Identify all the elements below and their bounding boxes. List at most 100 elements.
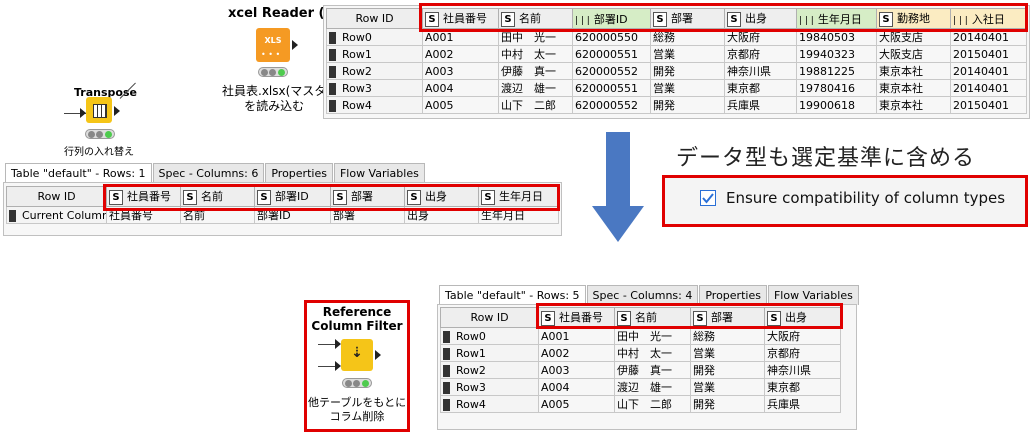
row-id-cell: Row2 (440, 361, 539, 379)
column-header[interactable]: S 出身 (404, 186, 479, 207)
table-cell: 伊藤 真一 (614, 361, 691, 379)
tab-spec[interactable]: Spec - Columns: 6 (152, 163, 265, 183)
column-header[interactable]: | | | 入社日 (950, 8, 1027, 29)
down-arrow-icon (592, 132, 644, 242)
table-cell: 19900618 (796, 96, 877, 114)
row-id-cell: Row4 (440, 395, 539, 413)
table-cell: 出身 (404, 206, 479, 224)
column-header[interactable]: S 勤務地 (876, 8, 951, 29)
table-row[interactable]: Row1 A002 中村 太一 営業 京都府 (440, 344, 841, 362)
table-cell: 20140401 (950, 62, 1027, 80)
rowid-header[interactable]: Row ID (440, 307, 539, 328)
bottom-table-panel: Row ID S 社員番号 S 名前 S 部署 S 出身 Row0 A001 田中 光一 総務… (437, 304, 857, 430)
column-header[interactable]: | | | 部署ID (572, 8, 651, 29)
table-cell: 東京本社 (876, 62, 951, 80)
column-header[interactable]: S 名前 (614, 307, 691, 328)
column-header[interactable]: S 社員番号 (422, 8, 499, 29)
column-header[interactable]: S 社員番号 (106, 186, 181, 207)
table-cell: 伊藤 真一 (498, 62, 573, 80)
rcf-node-title: Reference Column Filter (311, 305, 403, 333)
table-header-row: Row ID S 社員番号 S 名前 S 部署ID S 部署 S 出身 S 生年月日 (6, 186, 559, 207)
output-port-icon[interactable] (292, 40, 298, 50)
tab-properties[interactable]: Properties (699, 285, 767, 305)
bottom-data-table: Row ID S 社員番号 S 名前 S 部署 S 出身 Row0 A001 田中 光一 総務… (440, 307, 841, 413)
rcf-node[interactable]: ⇣ (341, 339, 373, 371)
node-status-indicator (342, 378, 372, 388)
column-header[interactable]: | | | 生年月日 (796, 8, 877, 29)
tab-flow-variables[interactable]: Flow Variables (333, 163, 425, 183)
table-cell: 20140401 (950, 28, 1027, 46)
table-cell: 開発 (690, 395, 765, 413)
rowid-header[interactable]: Row ID (6, 186, 107, 207)
excel-reader-node-label: 社員表.xlsx(マスタ を読み込む (222, 84, 327, 113)
transpose-node-label: 行列の入れ替え (64, 147, 134, 158)
table-cell: 大阪府 (764, 327, 841, 345)
excel-reader-node[interactable]: XLS • • • (256, 28, 290, 62)
table-cell: 大阪府 (724, 28, 797, 46)
tab-table[interactable]: Table "default" - Rows: 5 (439, 285, 586, 305)
tab-properties[interactable]: Properties (265, 163, 333, 183)
table-cell: 田中 光一 (614, 327, 691, 345)
table-row[interactable]: Row0 A001 田中 光一 総務 大阪府 (440, 327, 841, 345)
column-header[interactable]: S 出身 (724, 8, 797, 29)
rcf-node-label: 他テーブルをもとに コラム削除 (308, 396, 407, 423)
transpose-node[interactable] (86, 97, 112, 123)
column-header[interactable]: S 部署 (330, 186, 405, 207)
table-cell: 大阪支店 (876, 28, 951, 46)
column-header[interactable]: S 名前 (498, 8, 573, 29)
grid-icon (93, 104, 107, 118)
table-cell: 東京都 (764, 378, 841, 396)
table-cell: 名前 (180, 206, 255, 224)
table-row[interactable]: Row4 A005 山下 二郎 開発 兵庫県 (440, 395, 841, 413)
rowid-header[interactable]: Row ID (326, 8, 423, 29)
column-header[interactable]: S 部署 (690, 307, 765, 328)
table-cell: 20150401 (950, 45, 1027, 63)
table-row[interactable]: Row4 A005 山下 二郎 620000552 開発 兵庫県 19900618 東京本社 2… (326, 96, 1027, 114)
column-header[interactable]: S 出身 (764, 307, 841, 328)
column-header[interactable]: S 社員番号 (538, 307, 615, 328)
table-row[interactable]: Row0 A001 田中 光一 620000550 総務 大阪府 19840503 大阪支店 2… (326, 28, 1027, 46)
table-cell: 山下 二郎 (498, 96, 573, 114)
table-row[interactable]: Row3 A004 渡辺 雄一 620000551 営業 東京都 19780416 東京本社 2… (326, 79, 1027, 97)
table-cell: 東京本社 (876, 79, 951, 97)
table-cell: 620000551 (572, 79, 651, 97)
table-cell: 東京本社 (876, 96, 951, 114)
tab-flow-variables[interactable]: Flow Variables (767, 285, 859, 305)
mid-data-table: Row ID S 社員番号 S 名前 S 部署ID S 部署 S 出身 S 生年月日 Cur… (6, 186, 559, 224)
table-cell: A003 (538, 361, 615, 379)
table-cell: 営業 (650, 45, 725, 63)
table-row[interactable]: Row1 A002 中村 太一 620000551 営業 京都府 19940323 大阪支店 2… (326, 45, 1027, 63)
column-header[interactable]: S 生年月日 (478, 186, 559, 207)
table-cell: A004 (422, 79, 499, 97)
table-cell: 19840503 (796, 28, 877, 46)
row-id-cell: Row3 (440, 378, 539, 396)
table-cell: 大阪支店 (876, 45, 951, 63)
output-port-icon[interactable] (114, 106, 120, 116)
table-cell: 部署 (330, 206, 405, 224)
table-cell: A004 (538, 378, 615, 396)
top-table-panel: Row ID S 社員番号 S 名前 | | | 部署ID S 部署 S 出身 | | |… (323, 5, 1030, 119)
compatibility-checkbox-label[interactable]: Ensure compatibility of column types (726, 189, 1005, 207)
column-header[interactable]: S 部署 (650, 8, 725, 29)
table-cell: A003 (422, 62, 499, 80)
table-row[interactable]: Row2 A003 伊藤 真一 620000552 開発 神奈川県 19881225 東京本社… (326, 62, 1027, 80)
output-port-icon[interactable] (375, 350, 381, 360)
table-cell: A005 (538, 395, 615, 413)
column-header[interactable]: S 部署ID (254, 186, 331, 207)
node-status-indicator (258, 67, 288, 77)
compatibility-checkbox[interactable] (700, 190, 716, 206)
table-cell: 20140401 (950, 79, 1027, 97)
table-cell: 19940323 (796, 45, 877, 63)
table-cell: 総務 (690, 327, 765, 345)
table-row[interactable]: Row3 A004 渡辺 雄一 営業 東京都 (440, 378, 841, 396)
table-cell: 中村 太一 (498, 45, 573, 63)
column-header[interactable]: S 名前 (180, 186, 255, 207)
table-row[interactable]: Current Column 社員番号 名前 部署ID 部署 出身 生年月日 (6, 206, 559, 224)
table-cell: 京都府 (764, 344, 841, 362)
table-cell: A002 (422, 45, 499, 63)
table-cell: 兵庫県 (724, 96, 797, 114)
tab-spec[interactable]: Spec - Columns: 4 (586, 285, 699, 305)
mid-table-panel: Row ID S 社員番号 S 名前 S 部署ID S 部署 S 出身 S 生年月日 Cur… (3, 182, 562, 236)
table-row[interactable]: Row2 A003 伊藤 真一 開発 神奈川県 (440, 361, 841, 379)
tab-table[interactable]: Table "default" - Rows: 1 (5, 163, 152, 183)
